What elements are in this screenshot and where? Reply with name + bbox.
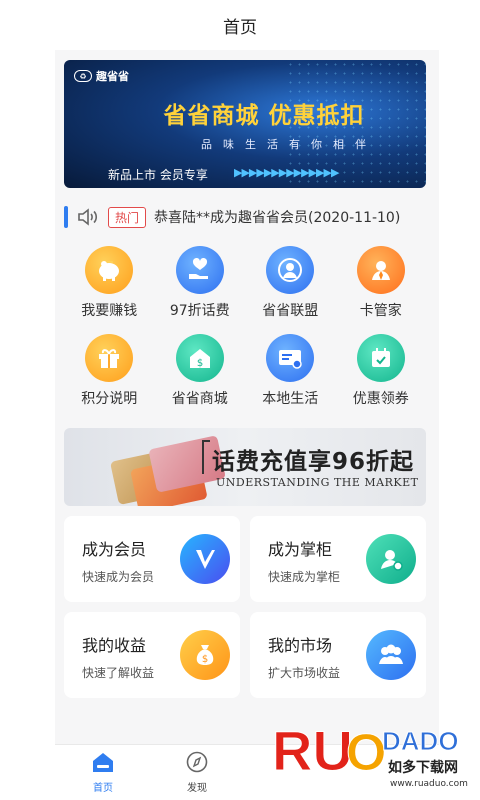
tab-discover[interactable]: 发现 (167, 751, 227, 794)
grid-label: 我要赚钱 (81, 303, 138, 319)
compass-icon (186, 751, 208, 773)
grid-item-local-life[interactable]: 本地生活 (245, 334, 336, 408)
person-settings-icon (366, 534, 416, 584)
grid-label: 省省联盟 (262, 303, 319, 319)
gift-box-icon (85, 334, 134, 382)
grid-item-mall[interactable]: $ 省省商城 (155, 334, 246, 408)
svg-text:DADO: DADO (382, 726, 459, 756)
top-bar: 首页 (0, 0, 480, 50)
svg-text:RU: RU (272, 719, 353, 782)
tile-subtitle: 快速成为掌柜 (268, 570, 341, 584)
svg-text:$: $ (202, 654, 208, 665)
piggy-bank-icon (85, 246, 134, 294)
tile-title: 我的市场 (268, 636, 333, 655)
hot-tag: 热门 (108, 206, 147, 228)
grid-item-topup[interactable]: 97折话费 (155, 246, 246, 320)
logo-mark-icon: ♻ (74, 70, 92, 82)
banner-headline: 省省商城 优惠抵扣 (163, 103, 365, 129)
logo-text: 趣省省 (96, 70, 129, 83)
topup-promo-banner[interactable]: 话费充值享96折起 UNDERSTANDING THE MARKET (64, 428, 426, 506)
feature-grid: 我要赚钱 97折话费 省省联盟 卡管家 积分说明 $ 省省商城 本地生活 优惠领… (64, 246, 426, 408)
svg-text:O: O (346, 724, 386, 782)
tile-title: 我的收益 (82, 636, 147, 655)
grid-item-alliance[interactable]: 省省联盟 (245, 246, 336, 320)
watermark-url: www.ruaduo.com (390, 779, 468, 789)
action-tiles: 成为会员 快速成为会员 成为掌柜 快速成为掌柜 我的收益 快速了解收益 $ 我的… (64, 516, 426, 698)
home-icon (93, 753, 113, 772)
grid-label: 本地生活 (262, 391, 319, 407)
tab-discover-label: 发现 (187, 783, 207, 794)
banner-arrows: ▶▶▶▶▶▶▶▶▶▶▶▶▶▶ (234, 166, 339, 179)
promo-banner[interactable]: ♻ 趣省省 省省商城 优惠抵扣 品味生活有你相伴 新品上市 会员专享 ▶▶▶▶▶… (64, 60, 426, 188)
tile-title: 成为掌柜 (268, 540, 333, 559)
grid-label: 优惠领券 (352, 391, 409, 407)
money-bag-icon: $ (180, 630, 230, 680)
grid-label: 积分说明 (81, 391, 138, 407)
banner-logo: ♻ 趣省省 (74, 68, 129, 84)
tile-title: 成为会员 (82, 540, 147, 559)
people-group-icon (366, 630, 416, 680)
grid-item-points[interactable]: 积分说明 (64, 334, 155, 408)
site-watermark: RU O DADO 如多下载网 www.ruaduo.com (270, 712, 475, 792)
tab-home-label: 首页 (93, 783, 113, 794)
tile-become-member[interactable]: 成为会员 快速成为会员 (64, 516, 240, 602)
grid-item-coupons[interactable]: 优惠领券 (336, 334, 427, 408)
shop-house-icon: $ (175, 334, 224, 382)
promo-headline: 话费充值享96折起 (212, 449, 415, 475)
notice-accent-bar (64, 206, 68, 228)
v-badge-icon (180, 534, 230, 584)
notice-bar[interactable]: 热门 恭喜陆**成为趣省省会员(2020-11-10) (64, 200, 426, 234)
watermark-logo-icon: RU O DADO 如多下载网 www.ruaduo.com (272, 719, 468, 790)
tab-home[interactable]: 首页 (73, 751, 133, 794)
user-circle-icon (266, 246, 315, 294)
person-card-icon (356, 246, 405, 294)
grid-label: 省省商城 (171, 391, 228, 407)
grid-item-earn[interactable]: 我要赚钱 (64, 246, 155, 320)
promo-bracket-decoration (202, 440, 210, 474)
grid-label: 卡管家 (359, 303, 402, 319)
id-card-icon (266, 334, 315, 382)
tile-subtitle: 快速了解收益 (82, 666, 155, 680)
tile-subtitle: 扩大市场收益 (268, 666, 341, 680)
speaker-icon (78, 208, 98, 226)
tile-my-market[interactable]: 我的市场 扩大市场收益 (250, 612, 426, 698)
watermark-cn: 如多下载网 (388, 759, 458, 776)
banner-tags: 新品上市 会员专享 (108, 168, 208, 182)
grid-label: 97折话费 (169, 303, 230, 319)
tile-subtitle: 快速成为会员 (82, 570, 155, 584)
tile-become-shopkeeper[interactable]: 成为掌柜 快速成为掌柜 (250, 516, 426, 602)
svg-text:$: $ (197, 358, 203, 369)
calendar-check-icon (356, 334, 405, 382)
page-title: 首页 (223, 17, 257, 38)
grid-item-card-manager[interactable]: 卡管家 (336, 246, 427, 320)
heart-hand-icon (175, 246, 224, 294)
banner-subline: 品味生活有你相伴 (201, 138, 377, 151)
tile-my-earnings[interactable]: 我的收益 快速了解收益 $ (64, 612, 240, 698)
promo-english: UNDERSTANDING THE MARKET (216, 476, 419, 489)
notice-message: 恭喜陆**成为趣省省会员(2020-11-10) (154, 210, 401, 226)
